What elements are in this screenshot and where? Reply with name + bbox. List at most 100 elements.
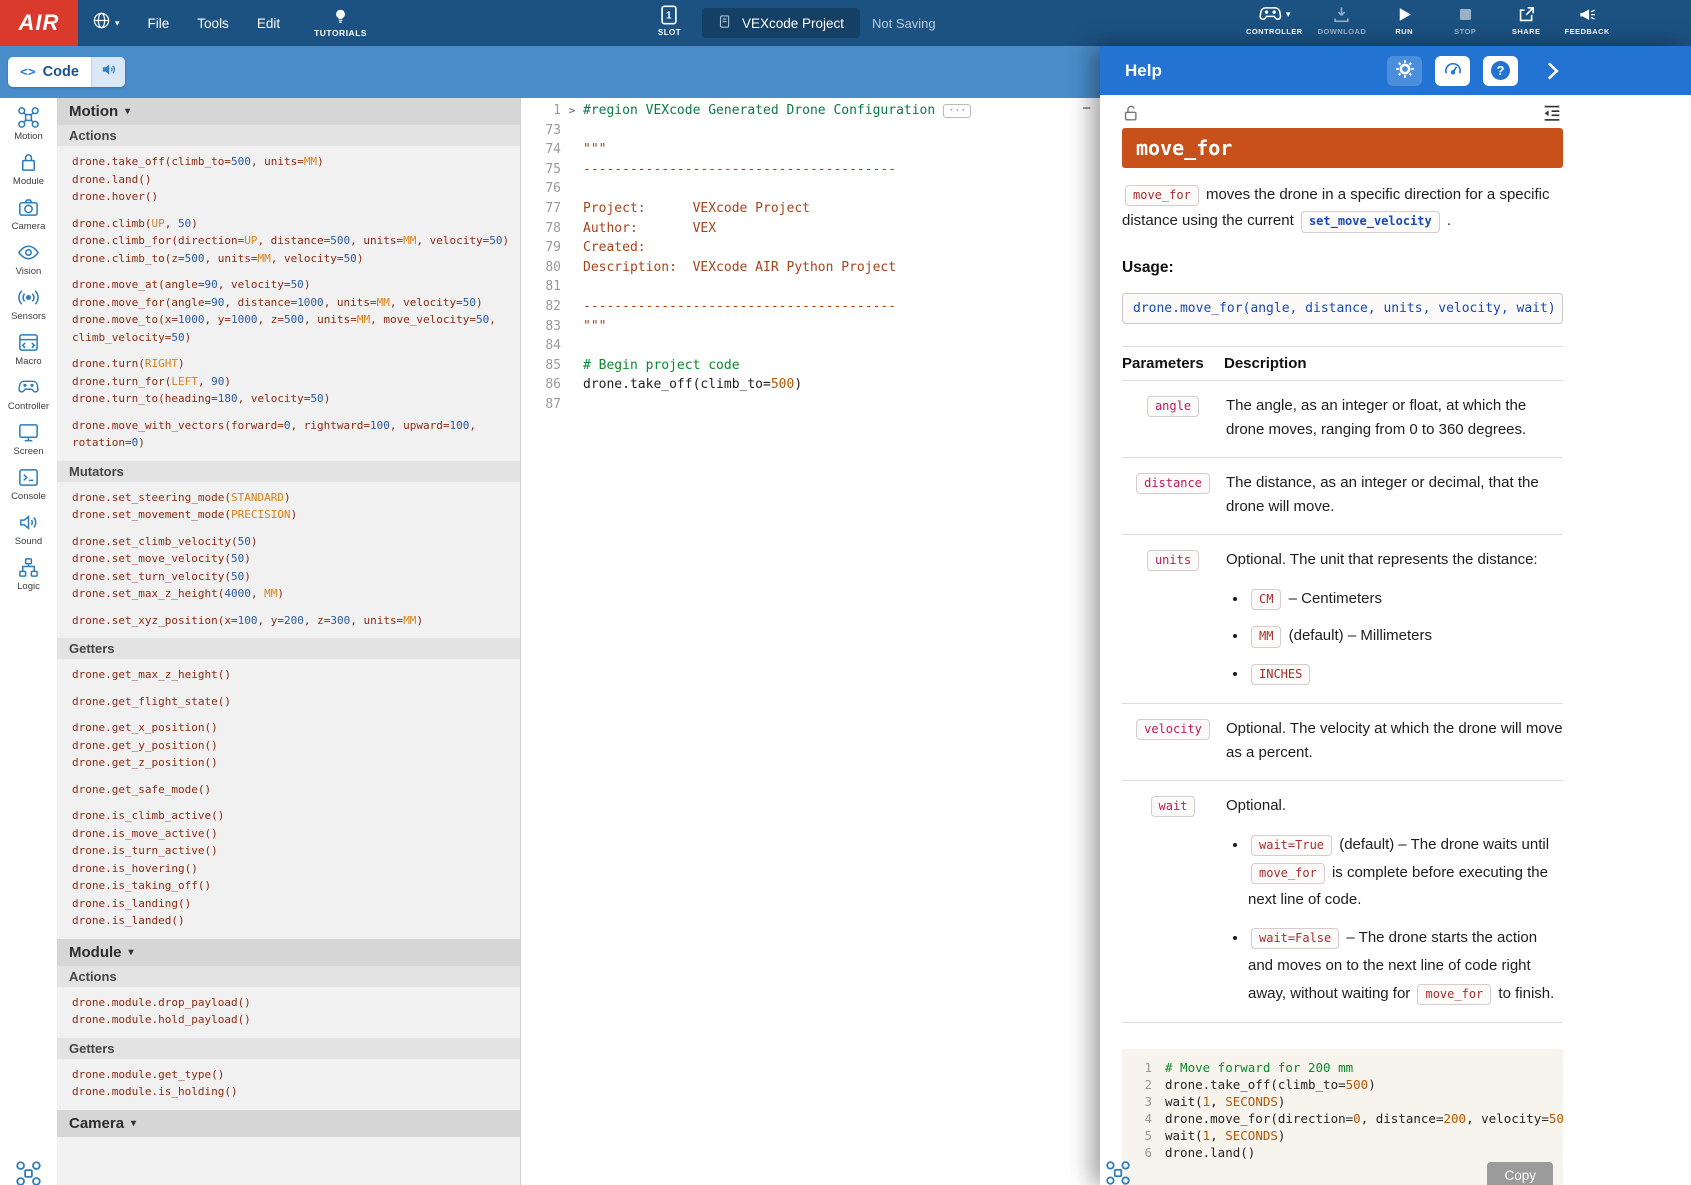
palette-command[interactable]: drone.get_y_position() — [72, 737, 520, 755]
help-body: move_for move_for moves the drone in a s… — [1100, 95, 1691, 1185]
inline-code-chip: move_for — [1417, 984, 1491, 1005]
project-name-box[interactable]: VEXcode Project — [702, 8, 860, 38]
download-button[interactable]: DOWNLOAD — [1318, 4, 1367, 36]
sidebar-item-screen[interactable]: Screen — [0, 421, 57, 457]
palette-command[interactable]: drone.climb(UP, 50) — [72, 215, 520, 233]
tutorials-button[interactable]: TUTORIALS — [314, 8, 367, 38]
chevron-down-icon: ▾ — [115, 18, 120, 29]
help-about-button[interactable]: ? — [1483, 56, 1518, 86]
palette-command[interactable]: drone.is_taking_off() — [72, 877, 520, 895]
run-button[interactable]: RUN — [1381, 4, 1427, 36]
sidebar-item-macro[interactable]: Macro — [0, 331, 57, 367]
code-mode-toggle[interactable]: <> Code — [8, 57, 91, 87]
chevron-down-icon: ▾ — [1286, 9, 1291, 20]
palette-command[interactable]: drone.move_at(angle=90, velocity=50) — [72, 276, 520, 294]
palette-command[interactable]: drone.set_steering_mode(STANDARD) — [72, 489, 520, 507]
palette-command[interactable]: drone.module.drop_payload() — [72, 994, 520, 1012]
left-sidebar: Motion Module Camera Vision Sensors Macro Cont… — [0, 98, 57, 1185]
sidebar-partial-icon[interactable] — [15, 1160, 42, 1185]
palette-command[interactable]: drone.module.is_holding() — [72, 1083, 520, 1101]
copy-button[interactable]: Copy — [1487, 1162, 1553, 1185]
line-number: 79 — [521, 238, 561, 258]
panel-corner-drone-icon[interactable] — [1105, 1160, 1131, 1185]
palette-command[interactable]: drone.is_climb_active() — [72, 807, 520, 825]
controller-icon — [17, 376, 40, 399]
palette-command[interactable]: drone.turn_to(heading=180, velocity=50) — [72, 390, 520, 408]
help-dashboard-button[interactable] — [1435, 56, 1470, 86]
palette-command[interactable]: drone.turn_for(LEFT, 90) — [72, 373, 520, 391]
palette-command[interactable]: drone.is_turn_active() — [72, 842, 520, 860]
palette-command[interactable]: drone.set_xyz_position(x=100, y=200, z=3… — [72, 612, 520, 630]
palette-command[interactable]: drone.is_hovering() — [72, 860, 520, 878]
gauge-icon — [1443, 59, 1463, 82]
folded-region-badge[interactable]: ··· — [943, 104, 971, 118]
palette-section-camera[interactable]: Camera▾ — [57, 1110, 520, 1137]
palette-command[interactable]: drone.take_off(climb_to=500, units=MM) — [72, 153, 520, 171]
language-menu[interactable]: ▾ — [92, 11, 120, 35]
menu-edit[interactable]: Edit — [257, 16, 280, 31]
menu-tools[interactable]: Tools — [197, 16, 229, 31]
palette-command[interactable]: drone.is_landed() — [72, 912, 520, 930]
sidebar-item-console[interactable]: Console — [0, 466, 57, 502]
controller-button[interactable]: ▾CONTROLLER — [1246, 4, 1303, 36]
line-number: 82 — [521, 297, 561, 317]
palette-command[interactable]: drone.set_max_z_height(4000, MM) — [72, 585, 520, 603]
palette-command[interactable]: drone.get_flight_state() — [72, 693, 520, 711]
share-button[interactable]: SHARE — [1503, 4, 1549, 36]
fold-collapsed-icon[interactable]: > — [561, 101, 583, 121]
palette-command[interactable]: drone.set_move_velocity(50) — [72, 550, 520, 568]
sidebar-item-sensors[interactable]: Sensors — [0, 286, 57, 322]
palette-command[interactable]: drone.climb_to(z=500, units=MM, velocity… — [72, 250, 520, 268]
palette-section-motion[interactable]: Motion▾ — [57, 98, 520, 125]
palette-group-actions: Actions — [57, 966, 520, 987]
palette-command[interactable]: drone.module.hold_payload() — [72, 1011, 520, 1029]
line-number: 87 — [521, 395, 561, 415]
inline-code-chip: CM — [1251, 589, 1281, 610]
palette-command[interactable]: drone.turn(RIGHT) — [72, 355, 520, 373]
slot-1-icon: 1 — [658, 4, 680, 28]
line-number: 77 — [521, 199, 561, 219]
sidebar-item-module[interactable]: Module — [0, 151, 57, 187]
help-settings-button[interactable] — [1387, 56, 1422, 86]
column-header-description: Description — [1224, 355, 1563, 372]
inline-code-chip: move_for — [1125, 185, 1199, 206]
sidebar-item-motion[interactable]: Motion — [0, 106, 57, 142]
palette-command[interactable]: drone.get_max_z_height() — [72, 666, 520, 684]
palette-command[interactable]: drone.is_landing() — [72, 895, 520, 913]
help-collapse-chevron[interactable] — [1539, 58, 1565, 84]
palette-command[interactable]: drone.land() — [72, 171, 520, 189]
palette-command[interactable]: drone.set_movement_mode(PRECISION) — [72, 506, 520, 524]
palette-command[interactable]: drone.set_turn_velocity(50) — [72, 568, 520, 586]
palette-command[interactable]: drone.module.get_type() — [72, 1066, 520, 1084]
sidebar-item-vision[interactable]: Vision — [0, 241, 57, 277]
palette-command[interactable]: drone.set_climb_velocity(50) — [72, 533, 520, 551]
palette-command[interactable]: drone.climb_for(direction=UP, distance=5… — [72, 232, 520, 250]
outdent-icon[interactable] — [1541, 102, 1563, 124]
stop-button[interactable]: STOP — [1442, 4, 1488, 36]
air-logo[interactable]: AIR — [0, 0, 78, 46]
sidebar-item-logic[interactable]: Logic — [0, 556, 57, 592]
chevron-down-icon: ▾ — [125, 106, 130, 117]
vexcode-app-window: AIR ▾ File Tools Edit TUTORIALS 1 SLOT V… — [0, 0, 1691, 1185]
param-chip: wait — [1151, 796, 1196, 817]
palette-command[interactable]: drone.is_move_active() — [72, 825, 520, 843]
sidebar-item-camera[interactable]: Camera — [0, 196, 57, 232]
palette-command[interactable]: drone.get_safe_mode() — [72, 781, 520, 799]
palette-command[interactable]: drone.move_to(x=1000, y=1000, z=500, uni… — [72, 311, 520, 346]
line-number: 73 — [521, 121, 561, 141]
line-number: 78 — [521, 219, 561, 239]
palette-section-module[interactable]: Module▾ — [57, 939, 520, 966]
menu-file[interactable]: File — [148, 16, 170, 31]
sidebar-item-sound[interactable]: Sound — [0, 511, 57, 547]
param-row-wait: waitOptional.wait=True (default) – The d… — [1122, 781, 1563, 1024]
feedback-button[interactable]: FEEDBACK — [1564, 4, 1610, 36]
sound-toggle-button[interactable] — [91, 57, 125, 87]
palette-command[interactable]: drone.get_z_position() — [72, 754, 520, 772]
sidebar-item-controller[interactable]: Controller — [0, 376, 57, 412]
palette-command[interactable]: drone.hover() — [72, 188, 520, 206]
palette-command[interactable]: drone.move_with_vectors(forward=0, right… — [72, 417, 520, 452]
palette-command[interactable]: drone.get_x_position() — [72, 719, 520, 737]
slot-button[interactable]: 1 SLOT — [658, 4, 681, 37]
palette-command[interactable]: drone.move_for(angle=90, distance=1000, … — [72, 294, 520, 312]
lock-open-icon[interactable] — [1122, 104, 1141, 123]
